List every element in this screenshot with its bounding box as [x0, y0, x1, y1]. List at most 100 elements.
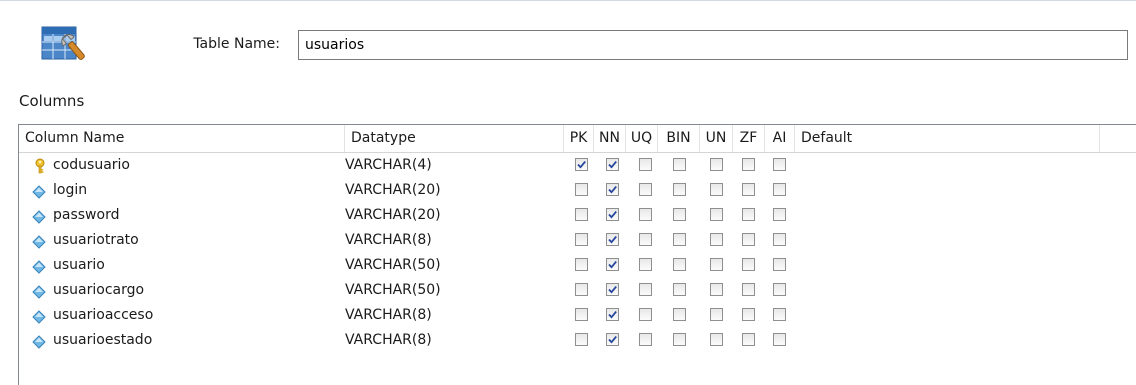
un-checkbox[interactable]: [710, 158, 723, 171]
uq-checkbox[interactable]: [639, 233, 652, 246]
ai-checkbox[interactable]: [773, 208, 786, 221]
datatype-cell[interactable]: VARCHAR(8): [345, 228, 432, 253]
bin-checkbox[interactable]: [673, 183, 686, 196]
table-name-label: Table Name:: [193, 36, 280, 52]
nn-checkbox[interactable]: [606, 233, 619, 246]
nn-checkbox[interactable]: [606, 283, 619, 296]
pk-checkbox[interactable]: [575, 333, 588, 346]
header-nn[interactable]: NN: [594, 125, 626, 152]
column-diamond-icon: [32, 309, 46, 324]
bin-checkbox[interactable]: [673, 258, 686, 271]
un-checkbox[interactable]: [710, 258, 723, 271]
datatype-cell[interactable]: VARCHAR(8): [345, 303, 432, 328]
table-row[interactable]: usuario VARCHAR(50): [19, 253, 1136, 278]
grid-rows: codusuario VARCHAR(4) login VARCHAR(20) pass…: [19, 153, 1136, 353]
table-row[interactable]: codusuario VARCHAR(4): [19, 153, 1136, 178]
header-filler: [1100, 125, 1136, 152]
datatype-cell[interactable]: VARCHAR(4): [345, 153, 432, 178]
un-checkbox[interactable]: [710, 233, 723, 246]
zf-checkbox[interactable]: [742, 183, 755, 196]
ai-checkbox[interactable]: [773, 308, 786, 321]
table-edit-icon: [40, 25, 94, 67]
un-checkbox[interactable]: [710, 183, 723, 196]
table-row[interactable]: usuarioacceso VARCHAR(8): [19, 303, 1136, 328]
column-name-cell[interactable]: password: [53, 203, 119, 228]
header-un[interactable]: UN: [700, 125, 733, 152]
header-default[interactable]: Default: [795, 125, 1100, 152]
column-name-cell[interactable]: usuario: [53, 253, 105, 278]
column-name-cell[interactable]: usuarioestado: [53, 328, 152, 353]
zf-checkbox[interactable]: [742, 208, 755, 221]
zf-checkbox[interactable]: [742, 233, 755, 246]
table-row[interactable]: password VARCHAR(20): [19, 203, 1136, 228]
pk-checkbox[interactable]: [575, 233, 588, 246]
header-datatype[interactable]: Datatype: [345, 125, 564, 152]
nn-checkbox[interactable]: [606, 158, 619, 171]
ai-checkbox[interactable]: [773, 333, 786, 346]
ai-checkbox[interactable]: [773, 258, 786, 271]
nn-checkbox[interactable]: [606, 308, 619, 321]
header-column-name[interactable]: Column Name: [19, 125, 345, 152]
pk-checkbox[interactable]: [575, 158, 588, 171]
zf-checkbox[interactable]: [742, 308, 755, 321]
header-ai[interactable]: AI: [765, 125, 795, 152]
bin-checkbox[interactable]: [673, 233, 686, 246]
column-name-cell[interactable]: login: [53, 178, 87, 203]
header-bin[interactable]: BIN: [658, 125, 700, 152]
bin-checkbox[interactable]: [673, 308, 686, 321]
uq-checkbox[interactable]: [639, 333, 652, 346]
ai-checkbox[interactable]: [773, 283, 786, 296]
datatype-cell[interactable]: VARCHAR(20): [345, 203, 441, 228]
pk-checkbox[interactable]: [575, 283, 588, 296]
column-name-cell[interactable]: usuarioacceso: [53, 303, 153, 328]
nn-checkbox[interactable]: [606, 183, 619, 196]
table-row[interactable]: usuariocargo VARCHAR(50): [19, 278, 1136, 303]
pk-checkbox[interactable]: [575, 258, 588, 271]
zf-checkbox[interactable]: [742, 258, 755, 271]
uq-checkbox[interactable]: [639, 308, 652, 321]
zf-checkbox[interactable]: [742, 158, 755, 171]
un-checkbox[interactable]: [710, 333, 723, 346]
nn-checkbox[interactable]: [606, 333, 619, 346]
un-checkbox[interactable]: [710, 308, 723, 321]
uq-checkbox[interactable]: [639, 258, 652, 271]
table-row[interactable]: usuariotrato VARCHAR(8): [19, 228, 1136, 253]
zf-checkbox[interactable]: [742, 333, 755, 346]
datatype-cell[interactable]: VARCHAR(50): [345, 253, 441, 278]
bin-checkbox[interactable]: [673, 208, 686, 221]
bin-checkbox[interactable]: [673, 283, 686, 296]
bin-checkbox[interactable]: [673, 158, 686, 171]
ai-checkbox[interactable]: [773, 233, 786, 246]
bin-checkbox[interactable]: [673, 333, 686, 346]
nn-checkbox[interactable]: [606, 258, 619, 271]
ai-checkbox[interactable]: [773, 158, 786, 171]
pk-checkbox[interactable]: [575, 208, 588, 221]
datatype-cell[interactable]: VARCHAR(20): [345, 178, 441, 203]
zf-checkbox[interactable]: [742, 283, 755, 296]
uq-checkbox[interactable]: [639, 158, 652, 171]
pk-checkbox[interactable]: [575, 308, 588, 321]
un-checkbox[interactable]: [710, 208, 723, 221]
pk-checkbox[interactable]: [575, 183, 588, 196]
key-icon: [33, 158, 47, 174]
header-pk[interactable]: PK: [564, 125, 594, 152]
header-uq[interactable]: UQ: [626, 125, 658, 152]
column-name-cell[interactable]: usuariocargo: [53, 278, 144, 303]
uq-checkbox[interactable]: [639, 208, 652, 221]
nn-checkbox[interactable]: [606, 208, 619, 221]
table-row[interactable]: login VARCHAR(20): [19, 178, 1136, 203]
column-diamond-icon: [32, 259, 46, 274]
uq-checkbox[interactable]: [639, 183, 652, 196]
table-name-input[interactable]: [298, 30, 1128, 60]
column-name-cell[interactable]: usuariotrato: [53, 228, 139, 253]
uq-checkbox[interactable]: [639, 283, 652, 296]
datatype-cell[interactable]: VARCHAR(8): [345, 328, 432, 353]
datatype-cell[interactable]: VARCHAR(50): [345, 278, 441, 303]
column-diamond-icon: [32, 234, 46, 249]
columns-section-label: Columns: [19, 92, 85, 110]
ai-checkbox[interactable]: [773, 183, 786, 196]
table-row[interactable]: usuarioestado VARCHAR(8): [19, 328, 1136, 353]
column-name-cell[interactable]: codusuario: [53, 153, 130, 178]
header-zf[interactable]: ZF: [733, 125, 765, 152]
un-checkbox[interactable]: [710, 283, 723, 296]
